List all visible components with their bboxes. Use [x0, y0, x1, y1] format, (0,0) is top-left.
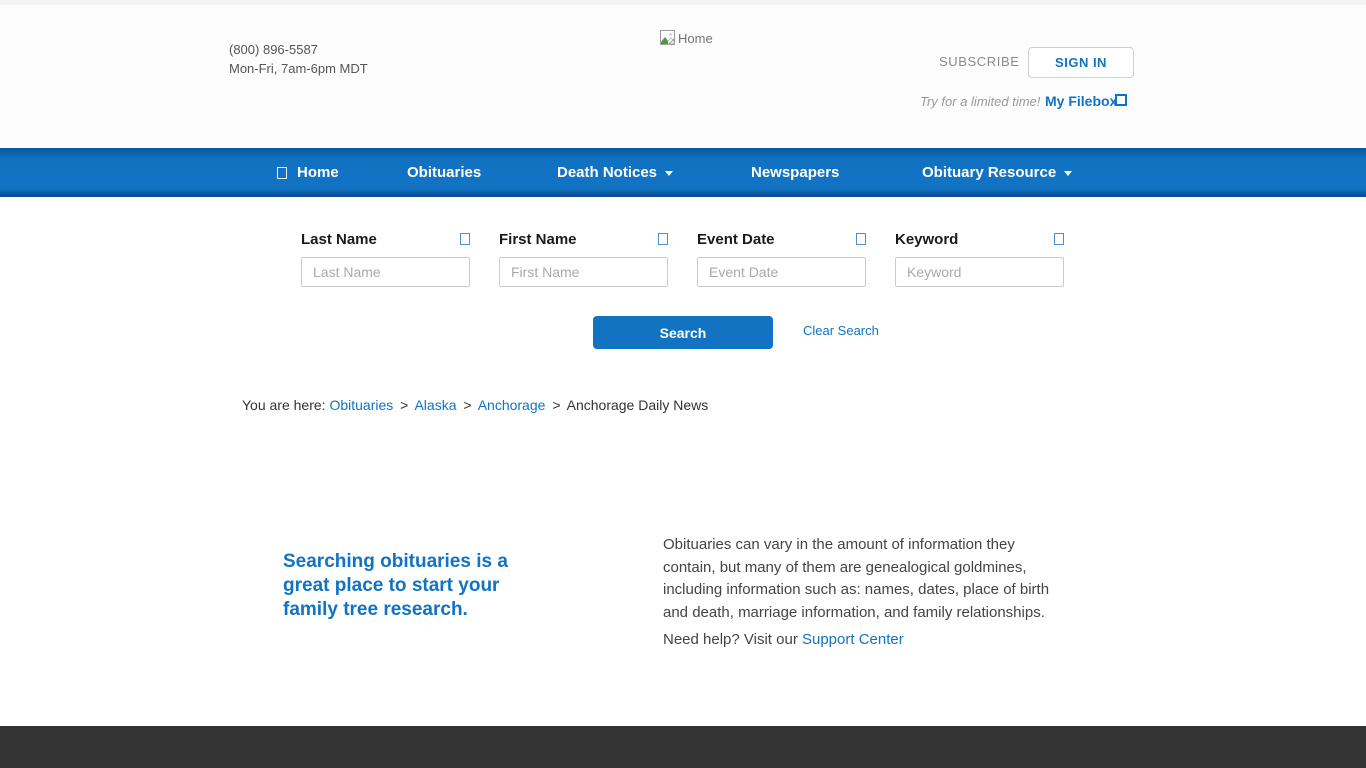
- nav-item-obituaries[interactable]: Obituaries: [407, 148, 481, 197]
- breadcrumb: You are here: Obituaries > Alaska > Anch…: [242, 397, 708, 413]
- breadcrumb-separator: >: [463, 397, 471, 413]
- last-name-label: Last Name: [301, 231, 377, 248]
- nav-label-obituary-resource: Obituary Resource: [922, 164, 1056, 181]
- keyword-input[interactable]: [895, 257, 1064, 287]
- info-icon[interactable]: [658, 233, 668, 245]
- main-nav: Home Obituaries Death Notices Newspapers…: [0, 148, 1366, 197]
- field-first-name: First Name: [499, 231, 668, 287]
- phone-number: (800) 896-5587: [229, 40, 368, 59]
- contact-info: (800) 896-5587 Mon-Fri, 7am-6pm MDT: [229, 40, 368, 78]
- chevron-down-icon: [665, 171, 673, 176]
- nav-label-home: Home: [297, 164, 339, 181]
- field-last-name: Last Name: [301, 231, 470, 287]
- first-name-label: First Name: [499, 231, 577, 248]
- breadcrumb-prefix: You are here:: [242, 397, 326, 413]
- nav-label-newspapers: Newspapers: [751, 164, 839, 181]
- field-keyword: Keyword: [895, 231, 1064, 287]
- breadcrumb-current: Anchorage Daily News: [567, 397, 709, 413]
- footer: [0, 726, 1366, 768]
- event-date-label: Event Date: [697, 231, 775, 248]
- breadcrumb-separator: >: [400, 397, 408, 413]
- nav-item-obituary-resource[interactable]: Obituary Resource: [922, 148, 1072, 197]
- help-line: Need help? Visit our Support Center: [663, 631, 904, 648]
- subscribe-link[interactable]: SUBSCRIBE: [939, 54, 1020, 69]
- breadcrumb-separator: >: [552, 397, 560, 413]
- field-event-date: Event Date: [697, 231, 866, 287]
- my-filebox-link[interactable]: My Filebox: [1045, 93, 1117, 109]
- first-name-input[interactable]: [499, 257, 668, 287]
- search-button[interactable]: Search: [593, 316, 773, 349]
- logo-home-link[interactable]: Home: [659, 29, 713, 47]
- logo-alt-text: Home: [678, 31, 713, 46]
- promo-text: Try for a limited time!: [920, 94, 1040, 109]
- support-center-link[interactable]: Support Center: [802, 631, 904, 648]
- event-date-input[interactable]: [697, 257, 866, 287]
- home-icon: [277, 167, 287, 179]
- broken-image-icon: [659, 29, 677, 47]
- info-icon[interactable]: [856, 233, 866, 245]
- nav-item-newspapers[interactable]: Newspapers: [751, 148, 839, 197]
- clear-search-link[interactable]: Clear Search: [803, 323, 879, 338]
- breadcrumb-link-alaska[interactable]: Alaska: [414, 397, 456, 413]
- filebox-icon[interactable]: [1115, 94, 1127, 106]
- header: (800) 896-5587 Mon-Fri, 7am-6pm MDT Home…: [0, 5, 1366, 148]
- page: (800) 896-5587 Mon-Fri, 7am-6pm MDT Home…: [0, 0, 1366, 768]
- help-prefix: Need help? Visit our: [663, 631, 798, 648]
- nav-label-death-notices: Death Notices: [557, 164, 657, 181]
- info-icon[interactable]: [1054, 233, 1064, 245]
- breadcrumb-link-obituaries[interactable]: Obituaries: [329, 397, 393, 413]
- nav-item-home[interactable]: Home: [277, 148, 339, 197]
- last-name-input[interactable]: [301, 257, 470, 287]
- chevron-down-icon: [1064, 171, 1072, 176]
- info-icon[interactable]: [460, 233, 470, 245]
- support-hours: Mon-Fri, 7am-6pm MDT: [229, 59, 368, 78]
- breadcrumb-link-anchorage[interactable]: Anchorage: [478, 397, 546, 413]
- keyword-label: Keyword: [895, 231, 958, 248]
- content-heading: Searching obituaries is a great place to…: [283, 550, 531, 622]
- content-paragraph: Obituaries can vary in the amount of inf…: [663, 534, 1071, 624]
- nav-label-obituaries: Obituaries: [407, 164, 481, 181]
- sign-in-button[interactable]: SIGN IN: [1028, 47, 1134, 78]
- nav-item-death-notices[interactable]: Death Notices: [557, 148, 673, 197]
